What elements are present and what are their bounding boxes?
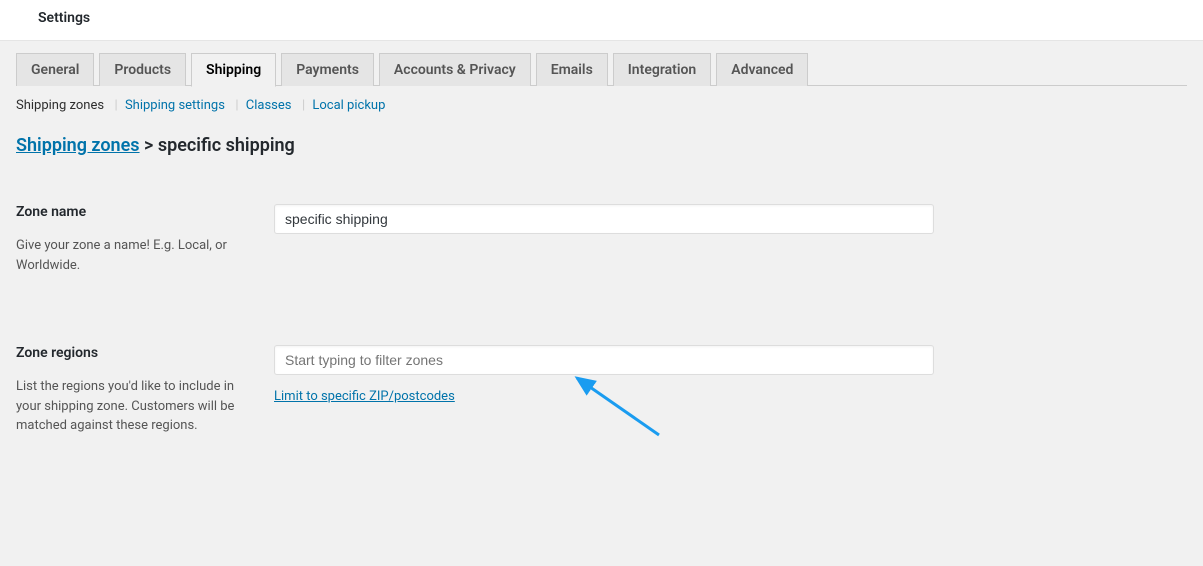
tab-integration[interactable]: Integration	[613, 53, 711, 86]
form-left: Zone name Give your zone a name! E.g. Lo…	[16, 204, 274, 275]
zone-name-hint: Give your zone a name! E.g. Local, or Wo…	[16, 236, 250, 275]
zone-regions-hint: List the regions you'd like to include i…	[16, 377, 250, 436]
subtab-separator: |	[299, 98, 305, 113]
subtab-local-pickup[interactable]: Local pickup	[312, 98, 385, 113]
subtab-shipping-zones[interactable]: Shipping zones	[16, 98, 104, 113]
subtab-classes[interactable]: Classes	[246, 98, 292, 113]
form-left: Zone regions List the regions you'd like…	[16, 345, 274, 436]
tab-accounts-privacy[interactable]: Accounts & Privacy	[379, 53, 531, 86]
limit-zip-link[interactable]: Limit to specific ZIP/postcodes	[274, 389, 455, 404]
breadcrumb-shipping-zones-link[interactable]: Shipping zones	[16, 135, 140, 156]
page-content: General Products Shipping Payments Accou…	[0, 41, 1203, 566]
subtab-separator: |	[111, 98, 117, 113]
subtab-separator: |	[232, 98, 238, 113]
breadcrumb: Shipping zones > specific shipping	[16, 135, 1187, 156]
breadcrumb-current: specific shipping	[158, 135, 295, 156]
form-right: Limit to specific ZIP/postcodes	[274, 345, 934, 404]
zone-name-input[interactable]	[274, 204, 934, 234]
zone-regions-section: Zone regions List the regions you'd like…	[16, 345, 1187, 436]
zone-regions-input[interactable]	[274, 345, 934, 375]
tab-products[interactable]: Products	[99, 53, 186, 86]
zone-name-section: Zone name Give your zone a name! E.g. Lo…	[16, 204, 1187, 275]
settings-tabs: General Products Shipping Payments Accou…	[16, 41, 1187, 86]
tab-general[interactable]: General	[16, 53, 94, 86]
subtab-shipping-settings[interactable]: Shipping settings	[125, 98, 225, 113]
tab-payments[interactable]: Payments	[281, 53, 374, 86]
annotation-arrow-icon	[569, 370, 669, 450]
page-header: Settings	[0, 0, 1203, 41]
zone-regions-label: Zone regions	[16, 345, 250, 361]
breadcrumb-separator: >	[144, 135, 153, 156]
zone-name-label: Zone name	[16, 204, 250, 220]
tab-shipping[interactable]: Shipping	[191, 53, 276, 87]
tab-advanced[interactable]: Advanced	[716, 53, 808, 86]
tab-emails[interactable]: Emails	[536, 53, 608, 86]
form-right	[274, 204, 934, 234]
page-title: Settings	[38, 10, 1203, 26]
shipping-subtabs: Shipping zones | Shipping settings | Cla…	[16, 85, 1187, 135]
